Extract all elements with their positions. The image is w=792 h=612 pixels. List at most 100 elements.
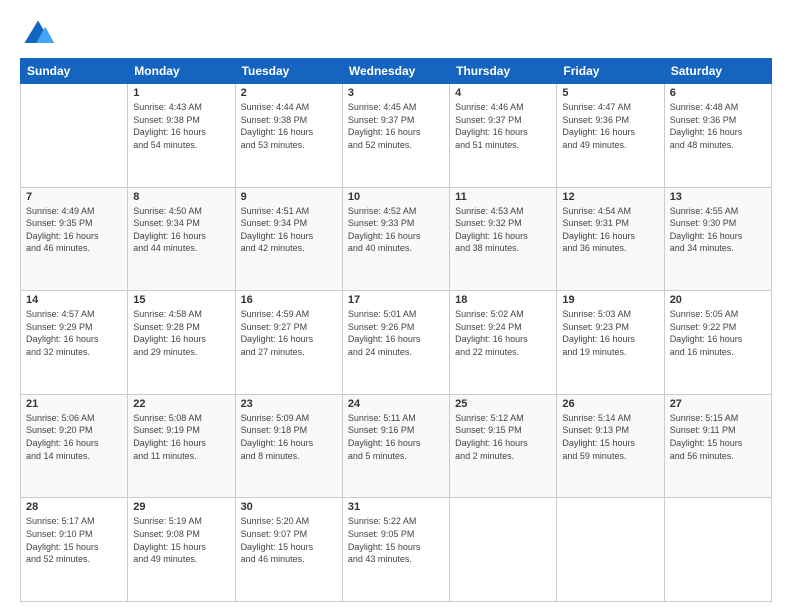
calendar-cell: 28 Sunrise: 5:17 AM Sunset: 9:10 PM Dayli… <box>21 498 128 602</box>
day-number: 29 <box>133 501 229 513</box>
day-number: 7 <box>26 191 122 203</box>
day-number: 28 <box>26 501 122 513</box>
calendar-day-header: Wednesday <box>342 59 449 84</box>
calendar-cell: 17 Sunrise: 5:01 AM Sunset: 9:26 PM Dayli… <box>342 291 449 395</box>
day-number: 13 <box>670 191 766 203</box>
day-number: 22 <box>133 398 229 410</box>
calendar-cell: 14 Sunrise: 4:57 AM Sunset: 9:29 PM Dayli… <box>21 291 128 395</box>
day-info: Sunrise: 5:19 AM Sunset: 9:08 PM Dayligh… <box>133 515 229 565</box>
calendar-table: SundayMondayTuesdayWednesdayThursdayFrid… <box>20 58 772 602</box>
day-number: 25 <box>455 398 551 410</box>
day-number: 9 <box>241 191 337 203</box>
day-info: Sunrise: 5:01 AM Sunset: 9:26 PM Dayligh… <box>348 308 444 358</box>
day-info: Sunrise: 4:44 AM Sunset: 9:38 PM Dayligh… <box>241 101 337 151</box>
day-info: Sunrise: 5:11 AM Sunset: 9:16 PM Dayligh… <box>348 412 444 462</box>
calendar-day-header: Monday <box>128 59 235 84</box>
day-info: Sunrise: 4:51 AM Sunset: 9:34 PM Dayligh… <box>241 205 337 255</box>
calendar-cell: 30 Sunrise: 5:20 AM Sunset: 9:07 PM Dayli… <box>235 498 342 602</box>
day-info: Sunrise: 5:14 AM Sunset: 9:13 PM Dayligh… <box>562 412 658 462</box>
day-number: 10 <box>348 191 444 203</box>
day-number: 24 <box>348 398 444 410</box>
calendar-day-header: Saturday <box>664 59 771 84</box>
calendar-cell: 31Sunrise: 5:22 AM Sunset: 9:05 PM Dayli… <box>342 498 449 602</box>
day-info: Sunrise: 4:57 AM Sunset: 9:29 PM Dayligh… <box>26 308 122 358</box>
day-number: 5 <box>562 87 658 99</box>
day-info: Sunrise: 4:59 AM Sunset: 9:27 PM Dayligh… <box>241 308 337 358</box>
day-info: Sunrise: 4:54 AM Sunset: 9:31 PM Dayligh… <box>562 205 658 255</box>
day-info: Sunrise: 4:45 AM Sunset: 9:37 PM Dayligh… <box>348 101 444 151</box>
day-info: Sunrise: 5:09 AM Sunset: 9:18 PM Dayligh… <box>241 412 337 462</box>
day-number: 11 <box>455 191 551 203</box>
calendar-cell: 22 Sunrise: 5:08 AM Sunset: 9:19 PM Dayli… <box>128 394 235 498</box>
calendar-week-row: 28 Sunrise: 5:17 AM Sunset: 9:10 PM Dayli… <box>21 498 772 602</box>
calendar-cell: 16 Sunrise: 4:59 AM Sunset: 9:27 PM Dayli… <box>235 291 342 395</box>
header <box>20 16 772 52</box>
day-number: 6 <box>670 87 766 99</box>
calendar-cell: 12 Sunrise: 4:54 AM Sunset: 9:31 PM Dayli… <box>557 187 664 291</box>
calendar-cell: 2 Sunrise: 4:44 AM Sunset: 9:38 PM Daylig… <box>235 84 342 188</box>
calendar-cell: 4Sunrise: 4:46 AM Sunset: 9:37 PM Daylig… <box>450 84 557 188</box>
day-info: Sunrise: 5:03 AM Sunset: 9:23 PM Dayligh… <box>562 308 658 358</box>
day-info: Sunrise: 5:22 AM Sunset: 9:05 PM Dayligh… <box>348 515 444 565</box>
day-number: 16 <box>241 294 337 306</box>
calendar-week-row: 21Sunrise: 5:06 AM Sunset: 9:20 PM Dayli… <box>21 394 772 498</box>
calendar-week-row: 14 Sunrise: 4:57 AM Sunset: 9:29 PM Dayli… <box>21 291 772 395</box>
calendar-cell: 7 Sunrise: 4:49 AM Sunset: 9:35 PM Daylig… <box>21 187 128 291</box>
page: SundayMondayTuesdayWednesdayThursdayFrid… <box>0 0 792 612</box>
day-info: Sunrise: 4:50 AM Sunset: 9:34 PM Dayligh… <box>133 205 229 255</box>
calendar-day-header: Thursday <box>450 59 557 84</box>
day-number: 17 <box>348 294 444 306</box>
calendar-cell: 9 Sunrise: 4:51 AM Sunset: 9:34 PM Daylig… <box>235 187 342 291</box>
day-info: Sunrise: 5:17 AM Sunset: 9:10 PM Dayligh… <box>26 515 122 565</box>
day-number: 14 <box>26 294 122 306</box>
calendar-cell <box>664 498 771 602</box>
calendar-cell: 18 Sunrise: 5:02 AM Sunset: 9:24 PM Dayli… <box>450 291 557 395</box>
day-info: Sunrise: 4:55 AM Sunset: 9:30 PM Dayligh… <box>670 205 766 255</box>
day-info: Sunrise: 5:12 AM Sunset: 9:15 PM Dayligh… <box>455 412 551 462</box>
calendar-day-header: Friday <box>557 59 664 84</box>
day-info: Sunrise: 4:43 AM Sunset: 9:38 PM Dayligh… <box>133 101 229 151</box>
calendar-cell: 20 Sunrise: 5:05 AM Sunset: 9:22 PM Dayli… <box>664 291 771 395</box>
day-info: Sunrise: 5:05 AM Sunset: 9:22 PM Dayligh… <box>670 308 766 358</box>
day-info: Sunrise: 5:15 AM Sunset: 9:11 PM Dayligh… <box>670 412 766 462</box>
day-number: 18 <box>455 294 551 306</box>
calendar-header-row: SundayMondayTuesdayWednesdayThursdayFrid… <box>21 59 772 84</box>
calendar-cell: 5 Sunrise: 4:47 AM Sunset: 9:36 PM Daylig… <box>557 84 664 188</box>
day-info: Sunrise: 5:02 AM Sunset: 9:24 PM Dayligh… <box>455 308 551 358</box>
day-number: 19 <box>562 294 658 306</box>
calendar-cell: 23Sunrise: 5:09 AM Sunset: 9:18 PM Dayli… <box>235 394 342 498</box>
calendar-cell: 1 Sunrise: 4:43 AM Sunset: 9:38 PM Daylig… <box>128 84 235 188</box>
day-number: 2 <box>241 87 337 99</box>
day-number: 20 <box>670 294 766 306</box>
day-number: 4 <box>455 87 551 99</box>
calendar-cell: 26Sunrise: 5:14 AM Sunset: 9:13 PM Dayli… <box>557 394 664 498</box>
calendar-cell: 6 Sunrise: 4:48 AM Sunset: 9:36 PM Daylig… <box>664 84 771 188</box>
day-number: 12 <box>562 191 658 203</box>
day-number: 30 <box>241 501 337 513</box>
day-info: Sunrise: 4:49 AM Sunset: 9:35 PM Dayligh… <box>26 205 122 255</box>
calendar-day-header: Sunday <box>21 59 128 84</box>
day-info: Sunrise: 4:53 AM Sunset: 9:32 PM Dayligh… <box>455 205 551 255</box>
day-info: Sunrise: 4:52 AM Sunset: 9:33 PM Dayligh… <box>348 205 444 255</box>
calendar-cell: 13 Sunrise: 4:55 AM Sunset: 9:30 PM Dayli… <box>664 187 771 291</box>
calendar-cell <box>450 498 557 602</box>
day-number: 15 <box>133 294 229 306</box>
day-number: 27 <box>670 398 766 410</box>
calendar-cell: 11 Sunrise: 4:53 AM Sunset: 9:32 PM Dayli… <box>450 187 557 291</box>
day-number: 1 <box>133 87 229 99</box>
day-info: Sunrise: 4:48 AM Sunset: 9:36 PM Dayligh… <box>670 101 766 151</box>
logo-icon <box>20 16 56 52</box>
calendar-cell: 10 Sunrise: 4:52 AM Sunset: 9:33 PM Dayli… <box>342 187 449 291</box>
calendar-cell: 24 Sunrise: 5:11 AM Sunset: 9:16 PM Dayli… <box>342 394 449 498</box>
day-info: Sunrise: 5:06 AM Sunset: 9:20 PM Dayligh… <box>26 412 122 462</box>
calendar-cell: 19 Sunrise: 5:03 AM Sunset: 9:23 PM Dayli… <box>557 291 664 395</box>
calendar-cell: 15Sunrise: 4:58 AM Sunset: 9:28 PM Dayli… <box>128 291 235 395</box>
calendar-cell: 3Sunrise: 4:45 AM Sunset: 9:37 PM Daylig… <box>342 84 449 188</box>
logo <box>20 16 60 52</box>
day-info: Sunrise: 5:08 AM Sunset: 9:19 PM Dayligh… <box>133 412 229 462</box>
day-info: Sunrise: 5:20 AM Sunset: 9:07 PM Dayligh… <box>241 515 337 565</box>
day-info: Sunrise: 4:47 AM Sunset: 9:36 PM Dayligh… <box>562 101 658 151</box>
calendar-day-header: Tuesday <box>235 59 342 84</box>
calendar-cell: 21Sunrise: 5:06 AM Sunset: 9:20 PM Dayli… <box>21 394 128 498</box>
day-number: 8 <box>133 191 229 203</box>
